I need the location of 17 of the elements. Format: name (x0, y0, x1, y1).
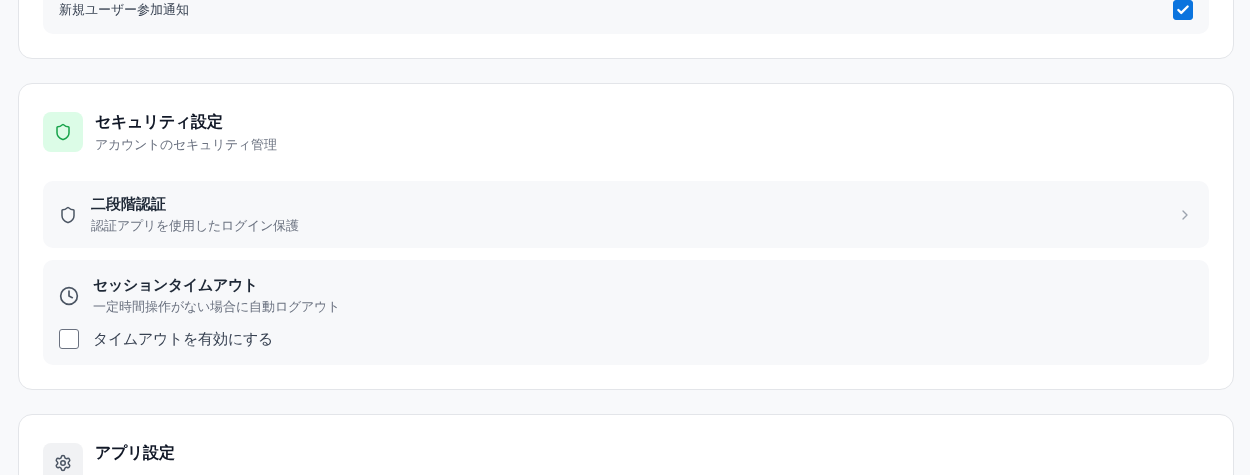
shield-icon (43, 112, 83, 152)
settings-row[interactable]: 二段階認証 認証アプリを使用したログイン保護 (43, 181, 1209, 248)
row-description: 一定時間操作がない場合に自動ログアウト (93, 298, 341, 315)
row-title: 二段階認証 (91, 195, 167, 214)
shield-icon (59, 205, 77, 224)
gear-icon (43, 443, 83, 475)
clock-icon (59, 285, 79, 306)
section-title: セキュリティ設定 (95, 112, 224, 132)
setting-label: 新規ユーザー参加通知 (59, 1, 190, 19)
checkbox-label: タイムアウトを有効にする (93, 329, 273, 349)
checkbox[interactable] (1173, 0, 1193, 20)
check-icon (1176, 3, 1190, 17)
row-description: 認証アプリを使用したログイン保護 (91, 217, 300, 234)
section-title: アプリ設定 (95, 443, 175, 463)
row-title: セッションタイムアウト (93, 276, 259, 295)
section-subtitle: アカウントのセキュリティ管理 (95, 136, 277, 153)
checkbox[interactable] (59, 329, 79, 349)
